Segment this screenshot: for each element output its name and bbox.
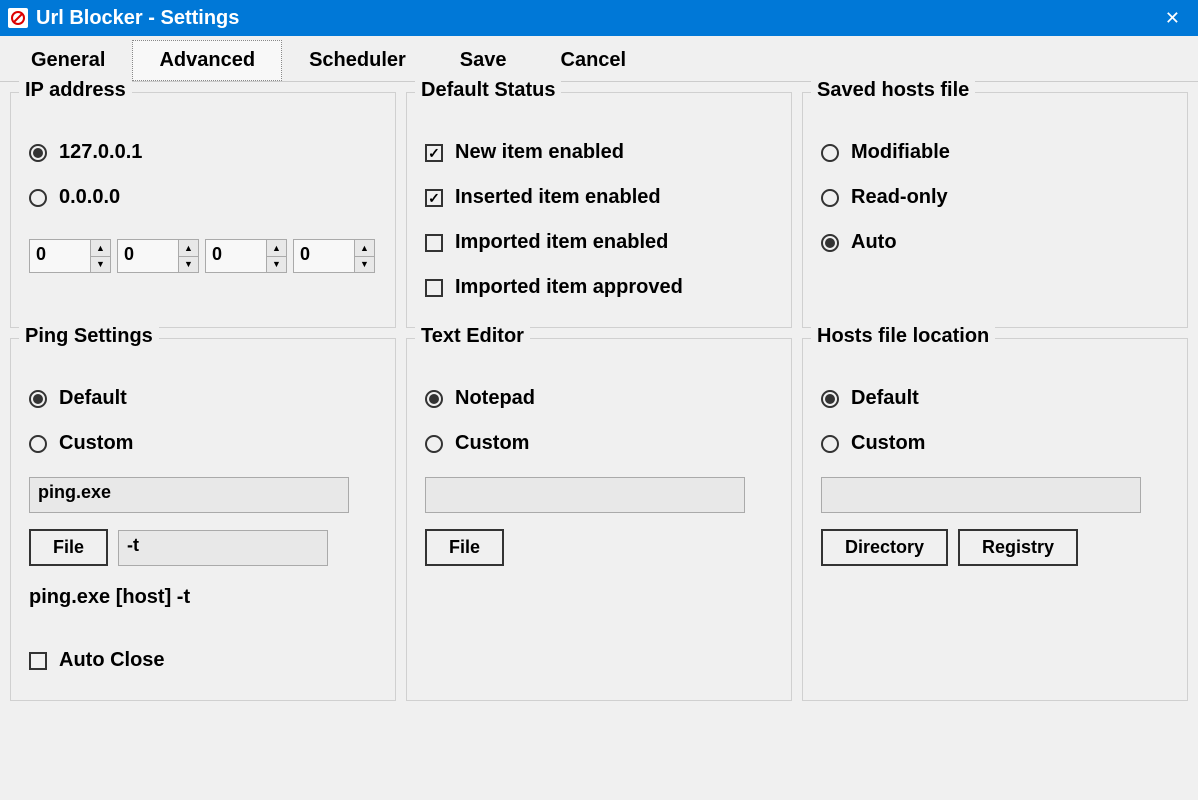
tab-advanced[interactable]: Advanced (132, 40, 282, 81)
group-title-ip: IP address (19, 79, 132, 102)
radio-label: Custom (455, 432, 529, 455)
radio-icon (29, 435, 47, 453)
checkbox-icon (425, 279, 443, 297)
radio-label: Default (59, 387, 127, 410)
radio-ip-zero[interactable]: 0.0.0.0 (29, 186, 377, 209)
tab-bar: General Advanced Scheduler Save Cancel (0, 36, 1198, 82)
spinner-down-icon[interactable]: ▼ (179, 257, 198, 273)
titlebar: Url Blocker - Settings ✕ (0, 0, 1198, 36)
group-title-ping: Ping Settings (19, 325, 159, 348)
spinner-value[interactable]: 0 (118, 240, 178, 272)
group-default-status: Default Status New item enabled Inserted… (406, 92, 792, 328)
ping-file-button[interactable]: File (29, 529, 108, 566)
checkbox-icon (425, 189, 443, 207)
spinner-down-icon[interactable]: ▼ (267, 257, 286, 273)
checkbox-icon (29, 652, 47, 670)
ip-octet-row: 0 ▲▼ 0 ▲▼ 0 ▲▼ 0 ▲▼ (29, 239, 377, 273)
radio-label: 127.0.0.1 (59, 141, 142, 164)
tab-general[interactable]: General (4, 40, 132, 81)
tab-save[interactable]: Save (433, 40, 534, 81)
content-area: IP address 127.0.0.1 0.0.0.0 0 ▲▼ 0 ▲▼ 0… (0, 82, 1198, 711)
radio-ping-default[interactable]: Default (29, 387, 377, 410)
checkbox-icon (425, 144, 443, 162)
radio-label: 0.0.0.0 (59, 186, 120, 209)
radio-icon (29, 189, 47, 207)
ip-octet-1[interactable]: 0 ▲▼ (117, 239, 199, 273)
radio-icon (821, 189, 839, 207)
radio-label: Auto (851, 231, 897, 254)
radio-icon (821, 435, 839, 453)
check-imported-enabled[interactable]: Imported item enabled (425, 231, 773, 254)
check-inserted-item[interactable]: Inserted item enabled (425, 186, 773, 209)
spinner-value[interactable]: 0 (206, 240, 266, 272)
spinner-down-icon[interactable]: ▼ (355, 257, 374, 273)
radio-editor-custom[interactable]: Custom (425, 432, 773, 455)
radio-icon (821, 234, 839, 252)
spinner-up-icon[interactable]: ▲ (179, 240, 198, 257)
spinner-up-icon[interactable]: ▲ (355, 240, 374, 257)
group-title-hosts-loc: Hosts file location (811, 325, 995, 348)
radio-icon (821, 144, 839, 162)
check-label: New item enabled (455, 141, 624, 164)
hosts-directory-button[interactable]: Directory (821, 529, 948, 566)
radio-icon (29, 144, 47, 162)
radio-icon (425, 390, 443, 408)
check-label: Auto Close (59, 649, 165, 672)
radio-icon (425, 435, 443, 453)
window-title: Url Blocker - Settings (36, 7, 1155, 30)
group-title-saved-hosts: Saved hosts file (811, 79, 975, 102)
ping-args-field[interactable]: -t (118, 530, 328, 566)
radio-label: Read-only (851, 186, 948, 209)
radio-hosts-custom[interactable]: Custom (821, 432, 1169, 455)
radio-modifiable[interactable]: Modifiable (821, 141, 1169, 164)
radio-ping-custom[interactable]: Custom (29, 432, 377, 455)
app-icon (8, 8, 28, 28)
hosts-registry-button[interactable]: Registry (958, 529, 1078, 566)
group-hosts-location: Hosts file location Default Custom Direc… (802, 338, 1188, 701)
spinner-down-icon[interactable]: ▼ (91, 257, 110, 273)
spinner-value[interactable]: 0 (30, 240, 90, 272)
tab-scheduler[interactable]: Scheduler (282, 40, 433, 81)
group-title-editor: Text Editor (415, 325, 530, 348)
radio-auto[interactable]: Auto (821, 231, 1169, 254)
check-auto-close[interactable]: Auto Close (29, 649, 377, 672)
tab-cancel[interactable]: Cancel (534, 40, 654, 81)
group-text-editor: Text Editor Notepad Custom File (406, 338, 792, 701)
radio-icon (821, 390, 839, 408)
group-title-status: Default Status (415, 79, 561, 102)
check-label: Imported item approved (455, 276, 683, 299)
radio-editor-notepad[interactable]: Notepad (425, 387, 773, 410)
spinner-value[interactable]: 0 (294, 240, 354, 272)
ping-command-field[interactable]: ping.exe (29, 477, 349, 513)
radio-ip-local[interactable]: 127.0.0.1 (29, 141, 377, 164)
hosts-path-field[interactable] (821, 477, 1141, 513)
group-ip-address: IP address 127.0.0.1 0.0.0.0 0 ▲▼ 0 ▲▼ 0… (10, 92, 396, 328)
group-ping-settings: Ping Settings Default Custom ping.exe Fi… (10, 338, 396, 701)
check-imported-approved[interactable]: Imported item approved (425, 276, 773, 299)
ping-preview-text: ping.exe [host] -t (29, 586, 377, 609)
radio-label: Custom (59, 432, 133, 455)
radio-label: Default (851, 387, 919, 410)
radio-label: Notepad (455, 387, 535, 410)
ip-octet-3[interactable]: 0 ▲▼ (293, 239, 375, 273)
radio-hosts-default[interactable]: Default (821, 387, 1169, 410)
check-label: Inserted item enabled (455, 186, 661, 209)
radio-label: Modifiable (851, 141, 950, 164)
check-label: Imported item enabled (455, 231, 668, 254)
radio-label: Custom (851, 432, 925, 455)
radio-icon (29, 390, 47, 408)
ip-octet-0[interactable]: 0 ▲▼ (29, 239, 111, 273)
group-saved-hosts: Saved hosts file Modifiable Read-only Au… (802, 92, 1188, 328)
checkbox-icon (425, 234, 443, 252)
editor-file-button[interactable]: File (425, 529, 504, 566)
spinner-up-icon[interactable]: ▲ (91, 240, 110, 257)
radio-readonly[interactable]: Read-only (821, 186, 1169, 209)
editor-path-field[interactable] (425, 477, 745, 513)
check-new-item[interactable]: New item enabled (425, 141, 773, 164)
spinner-up-icon[interactable]: ▲ (267, 240, 286, 257)
close-icon[interactable]: ✕ (1155, 4, 1190, 33)
ip-octet-2[interactable]: 0 ▲▼ (205, 239, 287, 273)
